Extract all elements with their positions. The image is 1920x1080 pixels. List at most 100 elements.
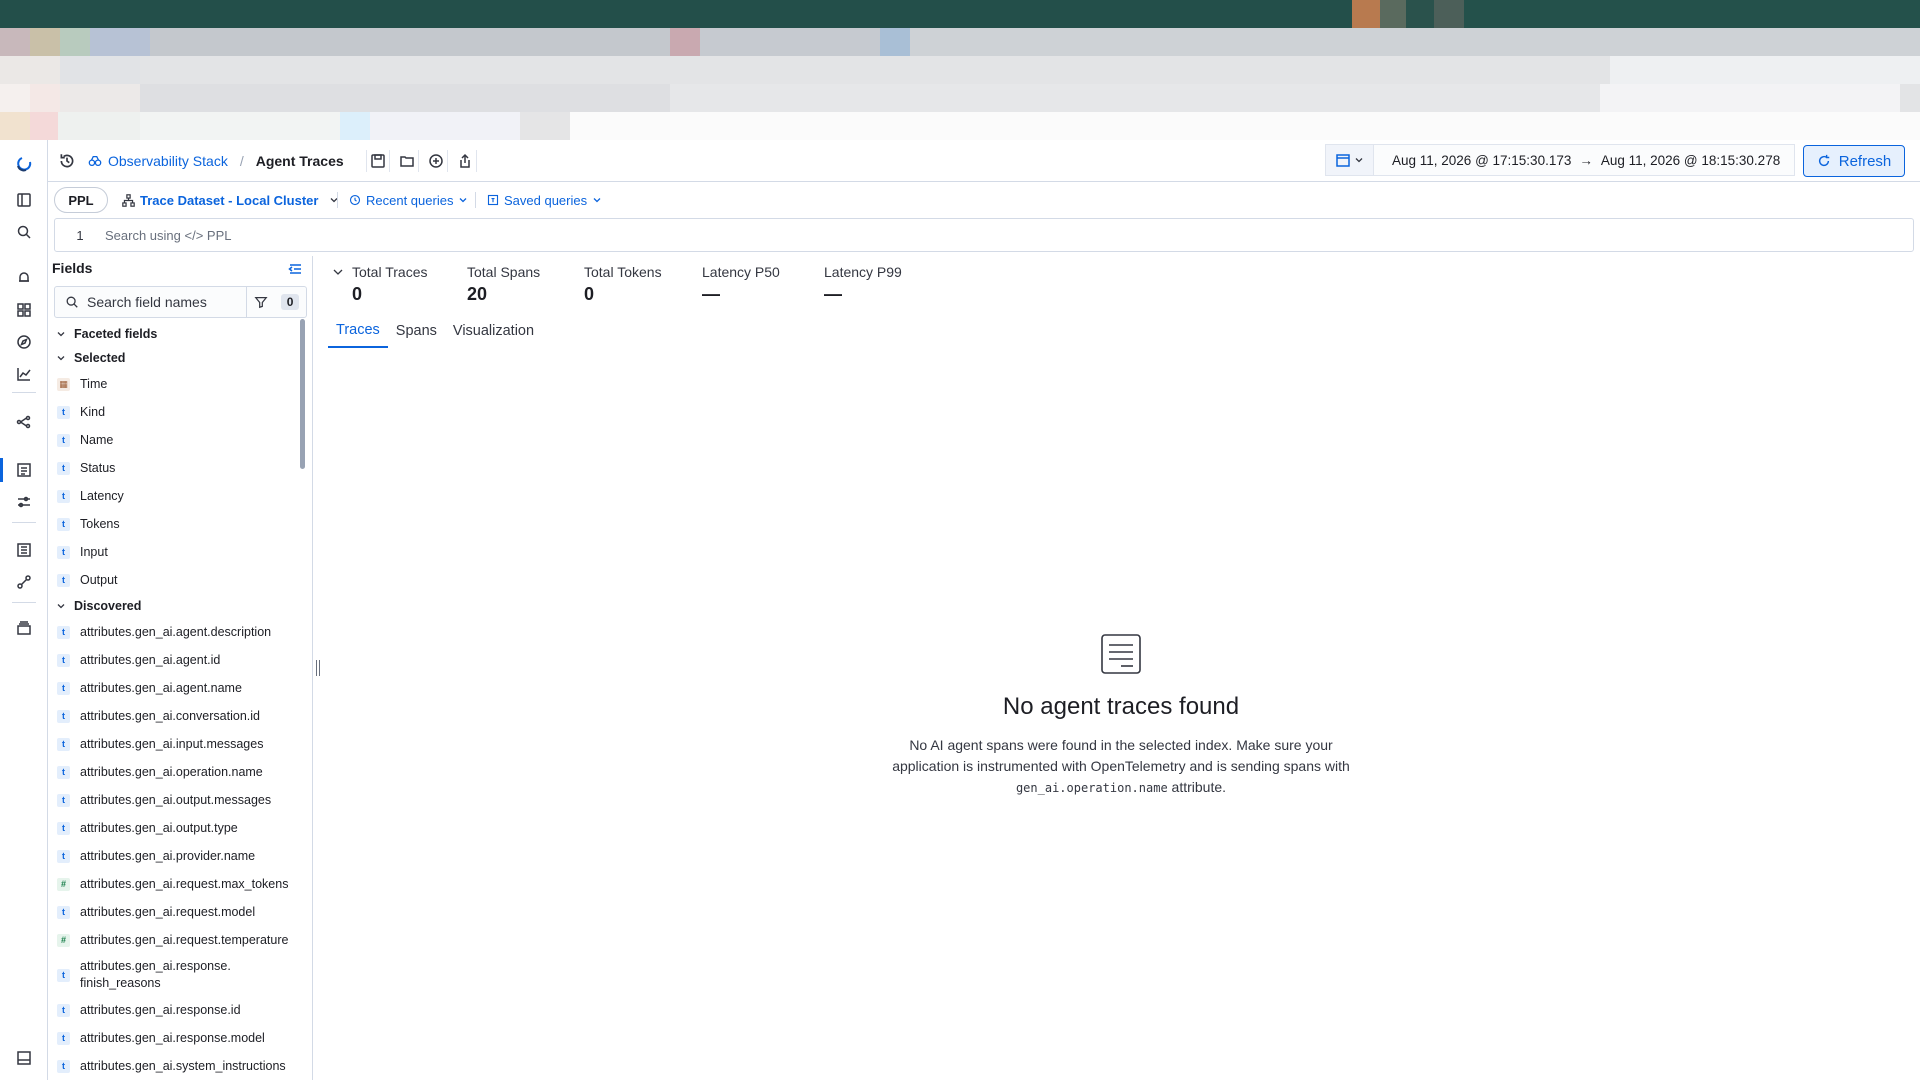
search-icon: [66, 296, 78, 308]
field-item[interactable]: t attributes.gen_ai.output.type: [50, 814, 300, 842]
dashboard-icon[interactable]: [14, 300, 34, 320]
field-item[interactable]: ▦ Time: [50, 370, 300, 398]
dataset-selector[interactable]: Trace Dataset - Local Cluster: [122, 184, 339, 216]
history-icon[interactable]: [58, 140, 76, 182]
stat-label: Latency P99: [824, 264, 902, 280]
workflow-icon[interactable]: [14, 572, 34, 592]
service-map-icon[interactable]: [14, 412, 34, 432]
date-range-picker[interactable]: Aug 11, 2026 @ 17:15:30.173 → Aug 11, 20…: [1325, 144, 1795, 176]
field-item[interactable]: t Output: [50, 566, 300, 594]
refresh-label: Refresh: [1838, 152, 1892, 170]
field-name: Kind: [80, 405, 106, 419]
string-type-icon: t: [57, 433, 70, 447]
selected-fields-group[interactable]: Selected: [50, 346, 300, 370]
tab-traces[interactable]: Traces: [328, 314, 388, 348]
dataset-label: Trace Dataset - Local Cluster: [140, 192, 319, 208]
field-item[interactable]: t attributes.gen_ai.response.id: [50, 996, 300, 1024]
field-item[interactable]: t Name: [50, 426, 300, 454]
date-start[interactable]: Aug 11, 2026 @ 17:15:30.173: [1392, 153, 1571, 168]
field-name: Time: [80, 377, 108, 391]
field-item[interactable]: t attributes.gen_ai.conversation.id: [50, 702, 300, 730]
field-item[interactable]: t attributes.gen_ai.input.messages: [50, 730, 300, 758]
field-search-input[interactable]: Search field names 0: [54, 286, 307, 318]
open-folder-icon[interactable]: [395, 150, 419, 172]
field-item[interactable]: # attributes.gen_ai.request.temperature: [50, 926, 300, 954]
blurred-banner-row: [0, 56, 1920, 84]
empty-state-text: No AI agent spans were found in the sele…: [892, 737, 1350, 774]
string-type-icon: t: [57, 517, 70, 531]
traces-list-icon[interactable]: [14, 460, 34, 480]
field-search-placeholder: Search field names: [87, 294, 207, 310]
field-item[interactable]: t attributes.gen_ai.agent.name: [50, 674, 300, 702]
notebook-icon[interactable]: [14, 540, 34, 560]
field-item[interactable]: t attributes.gen_ai.system_instructions: [50, 1052, 300, 1080]
field-item[interactable]: # attributes.gen_ai.request.max_tokens: [50, 870, 300, 898]
field-item[interactable]: t Tokens: [50, 510, 300, 538]
field-name: Status: [80, 461, 116, 475]
field-item[interactable]: t attributes.gen_ai.agent.description: [50, 618, 300, 646]
faceted-fields-group[interactable]: Faceted fields: [50, 322, 300, 346]
field-name: attributes.gen_ai.output.type: [80, 821, 238, 835]
field-item[interactable]: t attributes.gen_ai.agent.id: [50, 646, 300, 674]
field-item[interactable]: t attributes.gen_ai.response. finish_reaso…: [50, 954, 300, 996]
clock-icon: [349, 194, 361, 206]
collapse-panel-icon[interactable]: [286, 260, 304, 278]
scrollbar-thumb[interactable]: [300, 319, 305, 469]
calendar-icon[interactable]: [1326, 145, 1374, 175]
field-item[interactable]: t Kind: [50, 398, 300, 426]
chart-icon[interactable]: [14, 364, 34, 384]
dock-navigation-icon[interactable]: [14, 190, 34, 210]
string-type-icon: t: [57, 849, 70, 863]
number-type-icon: #: [57, 877, 70, 891]
field-item[interactable]: t Input: [50, 538, 300, 566]
blurred-banner-row: [0, 0, 1920, 28]
dock-bottom-icon[interactable]: [14, 1048, 34, 1068]
tune-sliders-icon[interactable]: [14, 492, 34, 512]
alert-bell-icon[interactable]: [14, 268, 34, 288]
share-icon[interactable]: [453, 150, 477, 172]
query-editor[interactable]: 1 Search using </> PPL: [54, 218, 1914, 252]
field-item[interactable]: t attributes.gen_ai.output.messages: [50, 786, 300, 814]
field-name: attributes.gen_ai.conversation.id: [80, 709, 260, 723]
field-name: Latency: [80, 489, 124, 503]
refresh-button[interactable]: Refresh: [1803, 145, 1905, 177]
field-name: attributes.gen_ai.input.messages: [80, 737, 264, 751]
field-item[interactable]: t Status: [50, 454, 300, 482]
tab-visualization[interactable]: Visualization: [445, 314, 542, 348]
save-icon[interactable]: [366, 150, 390, 172]
query-placeholder: Search using </> PPL: [105, 227, 232, 243]
string-type-icon: t: [57, 625, 70, 639]
tab-spans[interactable]: Spans: [388, 314, 445, 348]
breadcrumb-root-link[interactable]: Observability Stack: [108, 153, 228, 169]
string-type-icon: t: [57, 545, 70, 559]
opensearch-logo-icon[interactable]: [14, 154, 34, 174]
compass-icon[interactable]: [14, 332, 34, 352]
saved-queries-button[interactable]: Saved queries: [487, 184, 602, 216]
stat-label: Latency P50: [702, 264, 780, 280]
field-name: attributes.gen_ai.agent.name: [80, 681, 242, 695]
field-name: attributes.gen_ai.response. finish_reason…: [80, 958, 231, 992]
field-item[interactable]: t attributes.gen_ai.operation.name: [50, 758, 300, 786]
string-type-icon: t: [57, 405, 70, 419]
field-name: attributes.gen_ai.provider.name: [80, 849, 256, 863]
field-name: Input: [80, 545, 108, 559]
field-item[interactable]: t Latency: [50, 482, 300, 510]
recent-queries-button[interactable]: Recent queries: [349, 184, 468, 216]
discovered-fields-group[interactable]: Discovered: [50, 594, 300, 618]
panel-resize-handle[interactable]: [316, 660, 320, 676]
date-end[interactable]: Aug 11, 2026 @ 18:15:30.278: [1601, 153, 1780, 168]
new-plus-icon[interactable]: [424, 150, 448, 172]
field-item[interactable]: t attributes.gen_ai.request.model: [50, 898, 300, 926]
stat-label: Total Tokens: [584, 264, 662, 280]
blurred-banner-row: [0, 84, 1920, 112]
field-filter-button[interactable]: 0: [246, 287, 306, 317]
blurred-banner-row: [0, 28, 1920, 56]
chevron-down-icon[interactable]: [332, 266, 344, 278]
field-item[interactable]: t attributes.gen_ai.provider.name: [50, 842, 300, 870]
field-item[interactable]: t attributes.gen_ai.response.model: [50, 1024, 300, 1052]
stack-icon[interactable]: [14, 618, 34, 638]
search-icon[interactable]: [14, 222, 34, 242]
language-toggle[interactable]: PPL: [54, 187, 108, 213]
breadcrumb: Observability Stack / Agent Traces: [88, 140, 344, 182]
fields-sidebar: Fields Search field names 0 Faceted fiel…: [50, 256, 313, 1080]
